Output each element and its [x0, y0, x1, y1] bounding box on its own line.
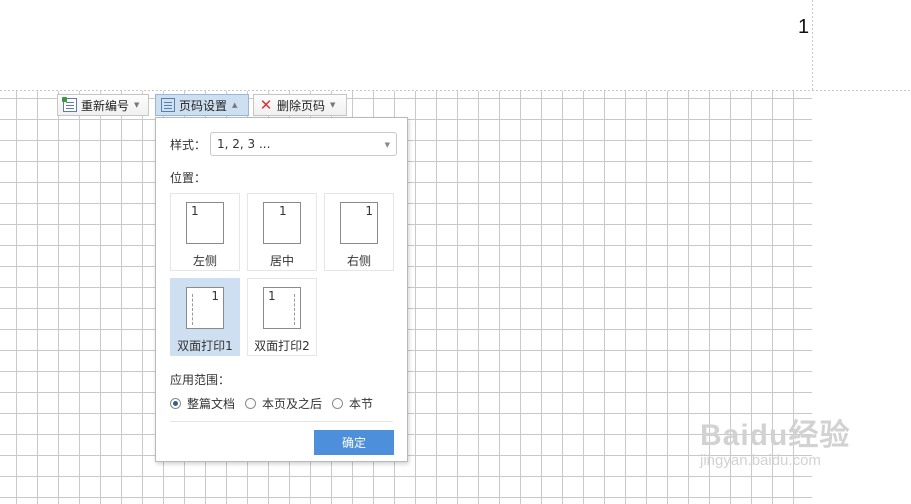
chevron-down-icon: ▼	[330, 101, 336, 109]
preview-number: 1	[279, 204, 287, 218]
page-preview-icon: 1	[263, 202, 301, 244]
chevron-down-icon: ▼	[384, 141, 391, 149]
radio-button-checked[interactable]	[170, 398, 181, 409]
renumber-icon	[62, 97, 77, 112]
header-right-margin-line	[812, 0, 813, 90]
radio-button[interactable]	[245, 398, 257, 409]
position-caption: 双面打印2	[254, 339, 310, 353]
position-option-center[interactable]: 1 居中	[247, 193, 317, 271]
page-preview-icon: 1	[340, 202, 378, 244]
position-option-duplex-1[interactable]: 1 双面打印1	[170, 278, 240, 356]
apply-range-label: 应用范围：	[170, 373, 231, 387]
chevron-down-icon: ▼	[134, 101, 140, 109]
position-caption: 左侧	[192, 254, 217, 268]
preview-number: 1	[191, 204, 199, 218]
page-header-area[interactable]	[0, 0, 812, 90]
apply-range-radio-group: 整篇文档 本页及之后 本节	[170, 395, 383, 412]
chevron-up-icon: ▲	[232, 101, 238, 109]
preview-number: 1	[211, 289, 219, 303]
position-caption: 居中	[269, 254, 294, 268]
delete-page-number-button[interactable]: ✕ 删除页码 ▼	[253, 94, 347, 116]
delete-x-icon: ✕	[259, 96, 273, 114]
renumber-button[interactable]: 重新编号 ▼	[57, 94, 149, 116]
page-settings-label: 页码设置	[179, 98, 228, 113]
style-select-value: 1, 2, 3 ...	[217, 137, 271, 151]
position-caption: 右侧	[346, 254, 371, 268]
radio-this-section[interactable]: 本节	[332, 395, 373, 412]
position-option-left[interactable]: 1 左侧	[170, 193, 240, 271]
position-label: 位置：	[170, 171, 207, 185]
page-number-settings-panel: 样式： 1, 2, 3 ... ▼ 位置： 1 左侧 1 居中 1 右侧 1 双…	[155, 117, 408, 462]
page-preview-icon: 1	[263, 287, 301, 329]
radio-whole-document[interactable]: 整篇文档	[170, 395, 235, 412]
radio-label: 整篇文档	[187, 397, 236, 411]
page-preview-icon: 1	[186, 287, 224, 329]
page-preview-icon: 1	[186, 202, 224, 244]
delete-label: 删除页码	[277, 98, 326, 113]
style-row: 样式： 1, 2, 3 ... ▼	[170, 132, 398, 156]
watermark-main: Baidu经验	[700, 419, 851, 452]
ok-button[interactable]: 确定	[314, 430, 394, 455]
radio-this-page-onward[interactable]: 本页及之后	[245, 395, 322, 412]
radio-label: 本页及之后	[262, 397, 323, 411]
style-select[interactable]: 1, 2, 3 ... ▼	[210, 132, 398, 156]
page-settings-icon	[161, 98, 175, 112]
renumber-label: 重新编号	[81, 98, 130, 113]
header-page-number[interactable]: 1	[798, 16, 809, 39]
watermark-sub: jingyan.baidu.com	[700, 452, 821, 469]
position-caption: 双面打印1	[177, 339, 233, 353]
radio-button[interactable]	[332, 398, 344, 409]
baidu-watermark-logo: Baidu经验 jingyan.baidu.com	[700, 410, 850, 469]
preview-number: 1	[365, 204, 373, 218]
divider	[170, 421, 393, 422]
binding-line	[192, 294, 193, 325]
page-number-settings-button[interactable]: 页码设置 ▲	[155, 94, 249, 116]
preview-number: 1	[268, 289, 276, 303]
style-label: 样式：	[170, 137, 207, 152]
position-option-right[interactable]: 1 右侧	[324, 193, 394, 271]
position-option-duplex-2[interactable]: 1 双面打印2	[247, 278, 317, 356]
radio-label: 本节	[349, 397, 374, 411]
binding-line	[294, 294, 295, 325]
